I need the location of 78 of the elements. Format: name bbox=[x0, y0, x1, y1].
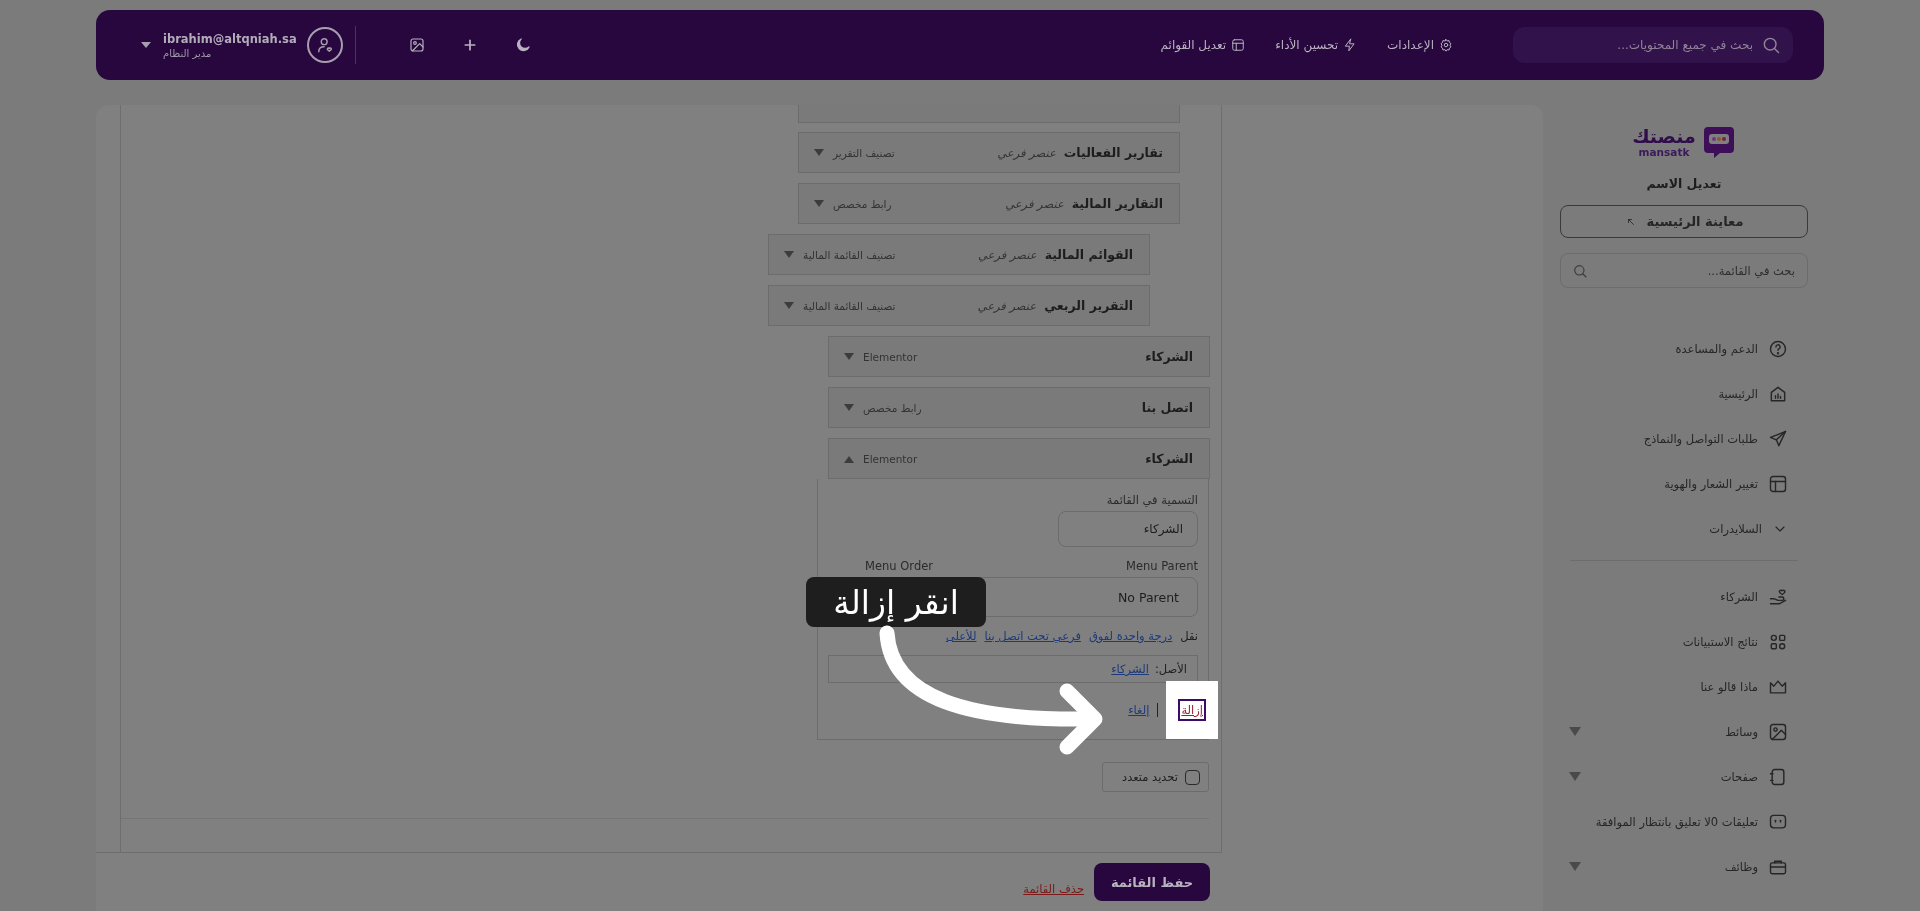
field-label: Menu Order bbox=[864, 559, 933, 573]
field-label: التسمية في القائمة bbox=[1105, 493, 1198, 507]
preview-button[interactable]: معاينة الرئيسية bbox=[1560, 205, 1808, 238]
move-link[interactable]: درجة واحدة لفوق bbox=[1088, 629, 1173, 643]
menu-item-bar[interactable]: تقارير الفعاليات عنصر فرعي تصنيف التقرير bbox=[798, 132, 1180, 173]
sidebar-item[interactable]: الشركاء bbox=[1560, 574, 1808, 619]
sidebar-item[interactable]: وسائط bbox=[1560, 709, 1808, 754]
search-field[interactable]: بحث في القائمة... bbox=[1560, 253, 1808, 288]
menu-item-title: الشركاء bbox=[1145, 349, 1193, 364]
sidebar-item[interactable]: السلايدرات bbox=[1560, 506, 1808, 551]
menu-item-title: القوائم المالية bbox=[1044, 247, 1133, 262]
image-icon[interactable] bbox=[408, 37, 425, 53]
notebook-icon bbox=[1768, 766, 1788, 787]
layout-icon bbox=[1231, 38, 1246, 52]
menu-item-bar[interactable]: التقرير الربعي عنصر فرعي تصنيف القائمة المالية bbox=[768, 285, 1150, 326]
sidebar-item[interactable]: ماذا قالو عنا bbox=[1560, 664, 1808, 709]
menu-item-type: تصنيف التقرير bbox=[833, 146, 895, 159]
menu-item-type: تصنيف القائمة المالية bbox=[803, 299, 896, 312]
user-role: مدير النظام bbox=[163, 47, 212, 59]
search-icon bbox=[1761, 35, 1781, 55]
user-email: ibrahim@altqniah.sa bbox=[163, 31, 297, 46]
sidebar-item[interactable]: الدعم والمساعدة bbox=[1560, 326, 1808, 371]
sidebar-item[interactable]: تعليقات 0لا تعليق بانتظار الموافقة bbox=[1560, 799, 1808, 844]
move-label: نقل bbox=[1180, 629, 1198, 643]
search-icon bbox=[1572, 262, 1588, 279]
menu-item-title: تقارير الفعاليات bbox=[1063, 145, 1163, 160]
menu-item-type: تصنيف القائمة المالية bbox=[803, 248, 896, 261]
delete-menu-link[interactable]: حذف القائمة bbox=[1023, 882, 1084, 896]
cancel-link[interactable]: إلغاء bbox=[1128, 703, 1150, 717]
menu-item-bar[interactable]: التقارير المالية عنصر فرعي رابط مخصص bbox=[798, 183, 1180, 224]
sidebar-item[interactable]: صفحات bbox=[1560, 754, 1808, 799]
nav-link[interactable]: تعديل القوائم bbox=[1160, 38, 1246, 52]
menu-item-type: رابط مخصص bbox=[833, 197, 892, 210]
sidebar-item[interactable]: نتائج الاستبيانات bbox=[1560, 619, 1808, 664]
hand-heart-icon bbox=[1768, 586, 1788, 607]
remove-link[interactable]: إزالة bbox=[1180, 701, 1204, 719]
menu-item-subtitle: عنصر فرعي bbox=[977, 298, 1037, 313]
move-link[interactable]: للأعلى bbox=[945, 629, 977, 643]
field-label: Menu Parent bbox=[1124, 559, 1198, 573]
layout-icon bbox=[1768, 473, 1788, 494]
checkbox[interactable] bbox=[1185, 769, 1200, 785]
menu-item-subtitle: عنصر فرعي bbox=[1005, 196, 1064, 211]
settings-icon bbox=[1439, 38, 1453, 52]
nav-link[interactable]: تحسين الأداء bbox=[1275, 38, 1358, 52]
site-title: تعديل الاسم bbox=[1646, 176, 1722, 191]
menu-item-title: اتصل بنا bbox=[1141, 400, 1193, 415]
original-label: الأصل: bbox=[1154, 662, 1187, 676]
menu-item-title: الشركاء bbox=[1145, 451, 1193, 466]
navigation-label-field[interactable]: الشركاء bbox=[1058, 511, 1198, 547]
menu-item-subtitle: عنصر فرعي bbox=[978, 247, 1037, 262]
sidebar-item[interactable]: طلبات التواصل والنماذج bbox=[1560, 416, 1808, 461]
menu-item-type: Elementor bbox=[863, 350, 918, 363]
question-icon bbox=[1768, 338, 1788, 359]
menu-item-type: رابط مخصص bbox=[863, 401, 922, 414]
menu-item-subtitle: عنصر فرعي bbox=[997, 145, 1056, 160]
sidebar-item[interactable]: تغيير الشعار والهوية bbox=[1560, 461, 1808, 506]
avatar-button[interactable] bbox=[306, 27, 343, 63]
sidebar-item[interactable]: الرئيسية bbox=[1560, 371, 1808, 416]
image-icon bbox=[1768, 721, 1788, 742]
lightning-icon bbox=[1343, 38, 1358, 52]
logo-text: منصتك bbox=[1632, 126, 1696, 146]
menu-item-title: التقرير الربعي bbox=[1044, 298, 1133, 313]
sidebar-item[interactable]: وظائف bbox=[1560, 844, 1808, 889]
paper-plane-icon bbox=[1768, 428, 1788, 449]
menu-item-type: Elementor bbox=[863, 452, 918, 465]
multi-select-option[interactable]: تحديد متعدد bbox=[1102, 762, 1209, 792]
logo-icon bbox=[1701, 125, 1736, 159]
search-field[interactable]: بحث في جميع المحتويات... bbox=[1513, 27, 1793, 63]
save-menu-button[interactable]: حفظ القائمة bbox=[1094, 863, 1210, 901]
move-link[interactable]: فرعي تحت اتصل بنا bbox=[984, 629, 1081, 643]
menu-item-bar[interactable]: اتصل بنا رابط مخصص bbox=[828, 387, 1210, 428]
menu-item-title: التقارير المالية bbox=[1071, 196, 1163, 211]
logo-subtext: mansatk bbox=[1638, 146, 1690, 158]
nav-link[interactable]: الإعدادات bbox=[1387, 38, 1453, 52]
menu-item-bar[interactable]: القوائم المالية عنصر فرعي تصنيف القائمة المالية bbox=[768, 234, 1150, 275]
tutorial-tooltip: انقر إزالة bbox=[806, 577, 986, 627]
caret-icon[interactable] bbox=[141, 42, 151, 48]
original-link[interactable]: الشركاء bbox=[1111, 662, 1149, 676]
